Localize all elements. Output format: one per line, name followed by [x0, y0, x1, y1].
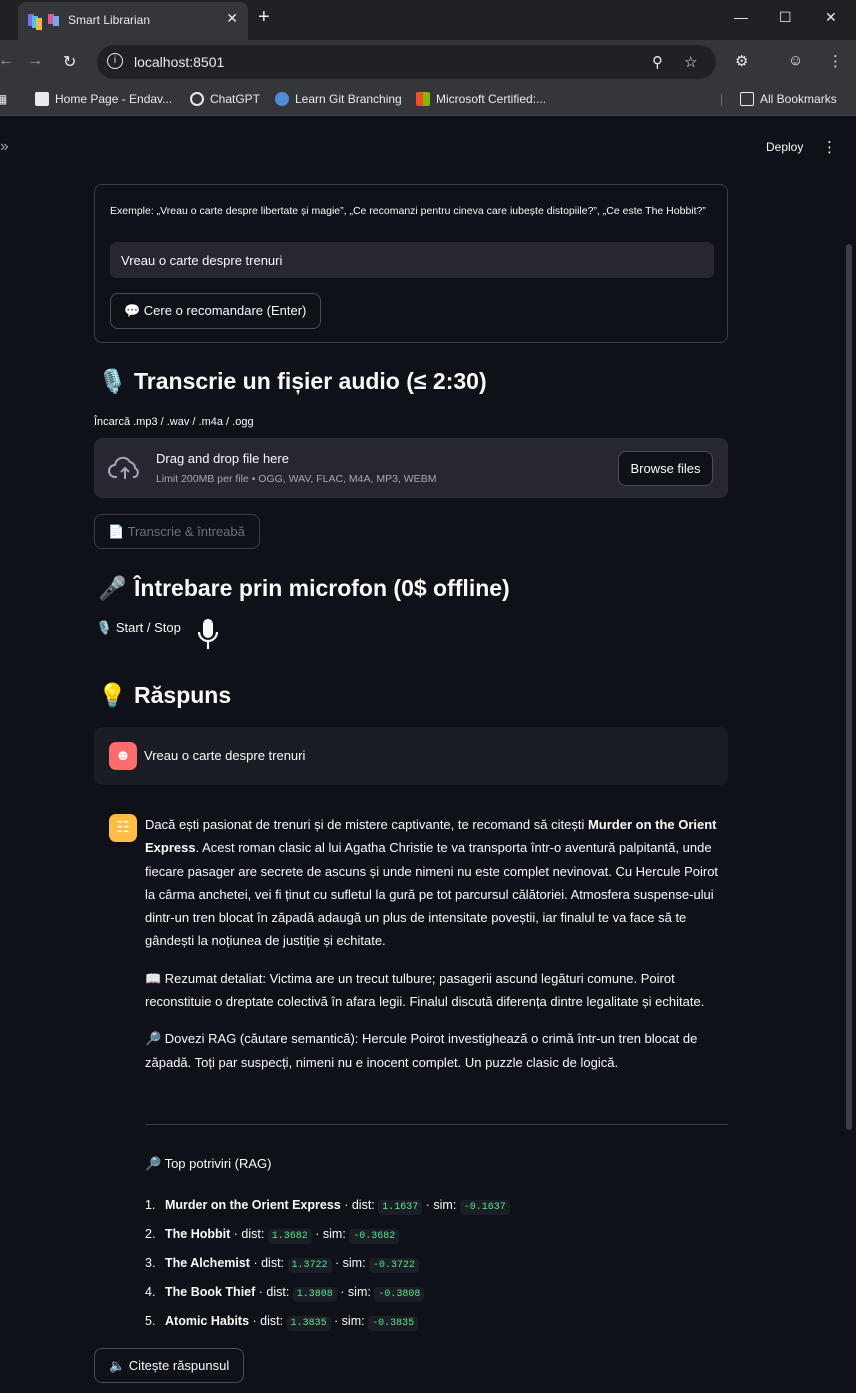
- intro-pre: Dacă ești pasionat de trenuri și de mist…: [145, 817, 588, 832]
- back-icon[interactable]: ←: [0, 52, 14, 70]
- file-dropzone[interactable]: Drag and drop file here Limit 200MB per …: [94, 438, 728, 498]
- rag-evidence-paragraph: 🔎 Dovezi RAG (căutare semantică): Hercul…: [145, 1031, 698, 1070]
- record-mic-icon[interactable]: [197, 618, 219, 652]
- list-item: 2. The Hobbit · dist: 1.3682 · sim: -0.36…: [145, 1221, 510, 1250]
- new-tab-icon[interactable]: +: [258, 6, 270, 29]
- recommendation-paragraph: Dacă ești pasionat de trenuri și de mist…: [145, 813, 728, 953]
- app-main: ›› Deploy ⋮ Exemple: „Vreau o carte desp…: [0, 116, 856, 1393]
- audio-title-text: Transcrie un fișier audio (≤ 2:30): [134, 368, 487, 394]
- bookmark-chatgpt[interactable]: ChatGPT: [190, 92, 260, 106]
- all-bookmarks-label: All Bookmarks: [760, 92, 837, 106]
- microsoft-icon: [416, 92, 430, 106]
- bookmark-label: Home Page - Endav...: [55, 92, 173, 106]
- browse-files-button[interactable]: Browse files: [618, 451, 713, 486]
- browser-toolbar: ← → ↻ i localhost:8501 ⚲ ☆ ⚙ ☺ ⋮: [0, 40, 856, 84]
- dropzone-main-text: Drag and drop file here: [156, 451, 289, 466]
- recommend-button[interactable]: 💬 Cere o recomandare (Enter): [110, 293, 321, 329]
- page-icon: [35, 92, 49, 106]
- microphone-icon: 🎙️: [98, 368, 127, 394]
- maximize-icon[interactable]: ☐: [779, 9, 792, 26]
- favicon-icon: [28, 14, 42, 30]
- bookmarks-separator: |: [720, 92, 724, 106]
- browser-tab[interactable]: Smart Librarian ✕: [18, 2, 248, 40]
- audio-section-title: 🎙️ Transcrie un fișier audio (≤ 2:30): [98, 368, 487, 395]
- start-stop-label: Start / Stop: [115, 620, 181, 635]
- tab-title: Smart Librarian: [68, 13, 151, 27]
- reload-icon[interactable]: ↻: [63, 52, 76, 72]
- bookmarks-bar: ▦ Home Page - Endav... ChatGPT Learn Git…: [0, 84, 856, 116]
- site-info-icon[interactable]: i: [107, 53, 123, 69]
- top-matches-list: 1. Murder on the Orient Express · dist: 1…: [145, 1192, 510, 1337]
- recommendation-form: Exemple: „Vreau o carte despre libertate…: [94, 184, 728, 343]
- user-message-text: Vreau o carte despre trenuri: [144, 748, 306, 763]
- user-avatar-icon: ☻: [109, 742, 137, 770]
- answer-section-title: 💡 Răspuns: [98, 682, 231, 709]
- mic-title-text: Întrebare prin microfon (0$ offline): [134, 575, 510, 601]
- mic-emoji-icon: 🎤: [98, 575, 127, 601]
- bookmark-label: Learn Git Branching: [295, 92, 402, 106]
- answer-title-text: Răspuns: [134, 682, 232, 708]
- folder-icon: [740, 92, 754, 106]
- user-chat-message: ☻ Vreau o carte despre trenuri: [94, 727, 728, 785]
- assistant-message: Dacă ești pasionat de trenuri și de mist…: [145, 813, 728, 1088]
- summary-paragraph: 📖 Rezumat detaliat: Victima are un trecu…: [145, 970, 705, 1010]
- mic-start-stop[interactable]: 🎙️ Start / Stop: [96, 620, 181, 636]
- bookmark-apps-icon[interactable]: ▦: [0, 92, 7, 106]
- page-scrollbar[interactable]: [846, 244, 852, 1130]
- git-icon: [275, 92, 289, 106]
- minimize-icon[interactable]: —: [734, 9, 748, 25]
- query-input[interactable]: [110, 242, 714, 278]
- list-item: 5. Atomic Habits · dist: 1.3835 · sim: -0…: [145, 1308, 510, 1337]
- sidebar-expand-icon[interactable]: ››: [0, 138, 9, 156]
- bot-avatar-icon: ☷: [109, 814, 137, 842]
- profile-icon[interactable]: ☺: [788, 52, 803, 69]
- chatgpt-icon: [190, 92, 204, 106]
- zoom-icon[interactable]: ⚲: [652, 53, 663, 71]
- bookmark-home-page[interactable]: Home Page - Endav...: [35, 92, 172, 106]
- upload-label: Încarcă .mp3 / .wav / .m4a / .ogg: [94, 416, 254, 428]
- app-favicon-icon: [48, 14, 62, 28]
- tab-close-icon[interactable]: ✕: [226, 10, 238, 27]
- deploy-button[interactable]: Deploy: [766, 140, 803, 154]
- browser-tabstrip: Smart Librarian ✕ + — ☐ ✕: [0, 0, 856, 40]
- address-bar[interactable]: i localhost:8501 ⚲ ☆: [97, 45, 716, 79]
- list-item: 4. The Book Thief · dist: 1.3808 · sim: -…: [145, 1279, 510, 1308]
- transcribe-button[interactable]: 📄 Transcrie & întreabă: [94, 514, 260, 549]
- bookmark-label: ChatGPT: [210, 92, 261, 106]
- all-bookmarks[interactable]: All Bookmarks: [740, 92, 837, 106]
- browser-menu-icon[interactable]: ⋮: [828, 52, 843, 70]
- cloud-upload-icon: [108, 456, 139, 479]
- bookmark-learn-git[interactable]: Learn Git Branching: [275, 92, 402, 106]
- lightbulb-icon: 💡: [98, 682, 127, 708]
- examples-text: Exemple: „Vreau o carte despre libertate…: [110, 205, 706, 217]
- list-item: 3. The Alchemist · dist: 1.3722 · sim: -0…: [145, 1250, 510, 1279]
- small-mic-icon: 🎙️: [96, 620, 113, 635]
- read-answer-button[interactable]: 🔈 Citește răspunsul: [94, 1348, 244, 1383]
- forward-icon[interactable]: →: [27, 52, 43, 70]
- window-close-icon[interactable]: ✕: [825, 9, 837, 26]
- query-input-wrapper[interactable]: [110, 242, 714, 278]
- app-menu-icon[interactable]: ⋮: [822, 138, 837, 156]
- intro-post: . Acest roman clasic al lui Agatha Chris…: [145, 840, 719, 949]
- bookmark-star-icon[interactable]: ☆: [684, 53, 697, 71]
- mic-section-title: 🎤 Întrebare prin microfon (0$ offline): [98, 575, 510, 602]
- extensions-icon[interactable]: ⚙: [735, 52, 748, 70]
- bookmark-label: Microsoft Certified:...: [436, 92, 547, 106]
- top-matches-title: 🔎 Top potriviri (RAG): [145, 1156, 272, 1171]
- address-url[interactable]: localhost:8501: [134, 54, 224, 70]
- dropzone-limit-text: Limit 200MB per file • OGG, WAV, FLAC, M…: [156, 473, 437, 485]
- list-item: 1. Murder on the Orient Express · dist: 1…: [145, 1192, 510, 1221]
- divider: [145, 1124, 728, 1125]
- bookmark-microsoft[interactable]: Microsoft Certified:...: [416, 92, 546, 106]
